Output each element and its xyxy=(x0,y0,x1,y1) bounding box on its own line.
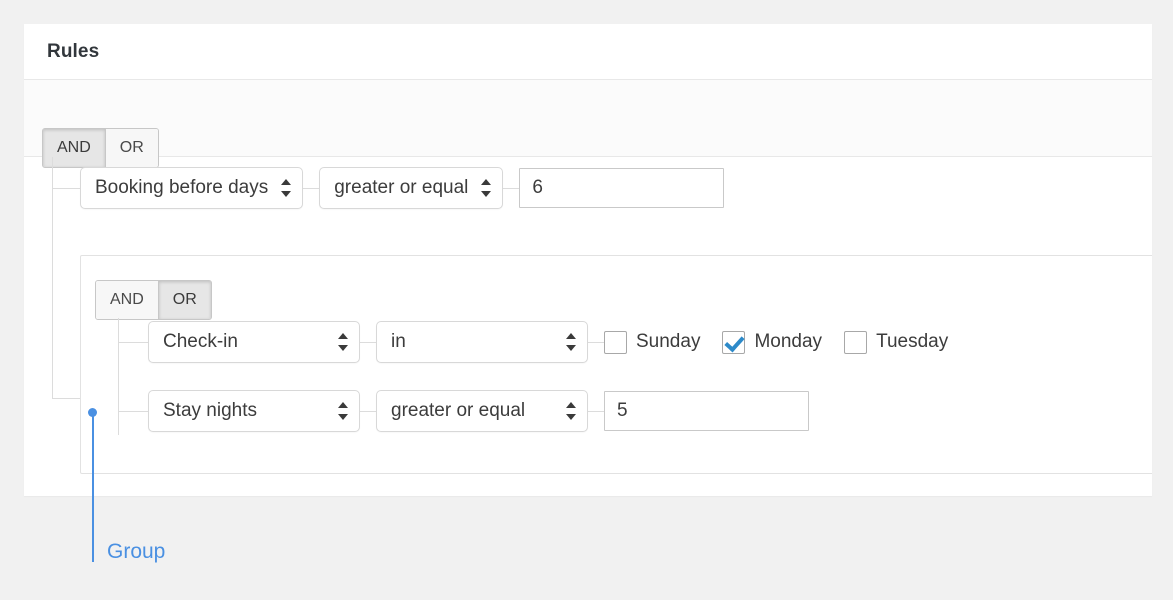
tree-connector xyxy=(360,341,376,343)
rule-1-operator-value: greater or equal xyxy=(334,177,469,198)
group-rule-1-operator-select[interactable]: in xyxy=(376,321,588,363)
weekday-label: Sunday xyxy=(636,331,701,352)
checkbox-box[interactable] xyxy=(604,330,627,354)
updown-stepper-icon xyxy=(280,179,291,197)
tree-connector xyxy=(588,410,604,412)
tree-stub-group-rule-2 xyxy=(118,411,148,412)
tree-stub-group-rule-1 xyxy=(118,342,148,343)
tree-connector xyxy=(588,341,604,343)
group-rule-1-field-value: Check-in xyxy=(163,331,238,352)
weekday-checkbox-group: Sunday Monday Tuesday xyxy=(604,330,970,354)
annotation-dot xyxy=(88,408,97,417)
tree-stub-rule-1 xyxy=(52,188,80,189)
updown-stepper-icon xyxy=(337,402,348,420)
group-rule-row-2: Stay nights greater or equal xyxy=(148,390,809,432)
group-rule-2-value-input[interactable] xyxy=(604,391,809,431)
group-rule-2-operator-value: greater or equal xyxy=(391,400,526,421)
group-rule-row-1: Check-in in Sunday Monday Tuesday xyxy=(148,321,970,363)
weekday-label: Tuesday xyxy=(876,331,949,352)
group-logic-or-button[interactable]: OR xyxy=(157,281,211,319)
root-logic-toggle[interactable]: AND OR xyxy=(42,128,159,168)
screenshot-root: Rules AND OR Booking before days greater… xyxy=(0,0,1173,600)
panel-header: Rules xyxy=(24,24,1152,80)
weekday-label: Monday xyxy=(754,331,823,352)
tree-connector xyxy=(360,410,376,412)
annotation-line xyxy=(92,416,94,562)
annotation-label: Group xyxy=(107,540,166,563)
checkbox-box[interactable] xyxy=(844,330,868,354)
weekday-checkbox-monday[interactable]: Monday xyxy=(722,330,823,354)
rules-toolbar: AND OR xyxy=(24,80,1152,168)
tree-stub-group xyxy=(52,398,80,399)
group-logic-toggle[interactable]: AND OR xyxy=(95,280,212,320)
rule-1-operator-select[interactable]: greater or equal xyxy=(319,167,504,209)
rule-group xyxy=(80,255,1152,474)
group-logic-and-button[interactable]: AND xyxy=(96,281,158,319)
tree-connector xyxy=(303,187,320,189)
tree-connector xyxy=(503,187,520,189)
group-rule-1-operator-value: in xyxy=(391,331,406,352)
root-logic-or-button[interactable]: OR xyxy=(104,129,158,167)
tree-trunk-group xyxy=(118,318,119,435)
rule-1-field-select[interactable]: Booking before days xyxy=(80,167,304,209)
group-rule-2-field-select[interactable]: Stay nights xyxy=(148,390,360,432)
page-title: Rules xyxy=(47,41,100,62)
group-rule-1-field-select[interactable]: Check-in xyxy=(148,321,360,363)
tree-trunk-root xyxy=(52,157,53,398)
group-rule-2-field-value: Stay nights xyxy=(163,400,257,421)
rules-panel: Rules AND OR Booking before days greater… xyxy=(24,24,1152,496)
updown-stepper-icon xyxy=(480,179,491,197)
updown-stepper-icon xyxy=(565,402,576,420)
rule-1-value-input[interactable] xyxy=(519,168,725,208)
group-rule-2-operator-select[interactable]: greater or equal xyxy=(376,390,588,432)
updown-stepper-icon xyxy=(337,333,348,351)
weekday-checkbox-tuesday[interactable]: Tuesday xyxy=(844,330,949,354)
rule-row-1: Booking before days greater or equal xyxy=(80,167,725,209)
checkbox-box[interactable] xyxy=(722,330,746,354)
updown-stepper-icon xyxy=(565,333,576,351)
rule-1-field-value: Booking before days xyxy=(95,177,269,198)
weekday-checkbox-sunday[interactable]: Sunday xyxy=(604,330,701,354)
